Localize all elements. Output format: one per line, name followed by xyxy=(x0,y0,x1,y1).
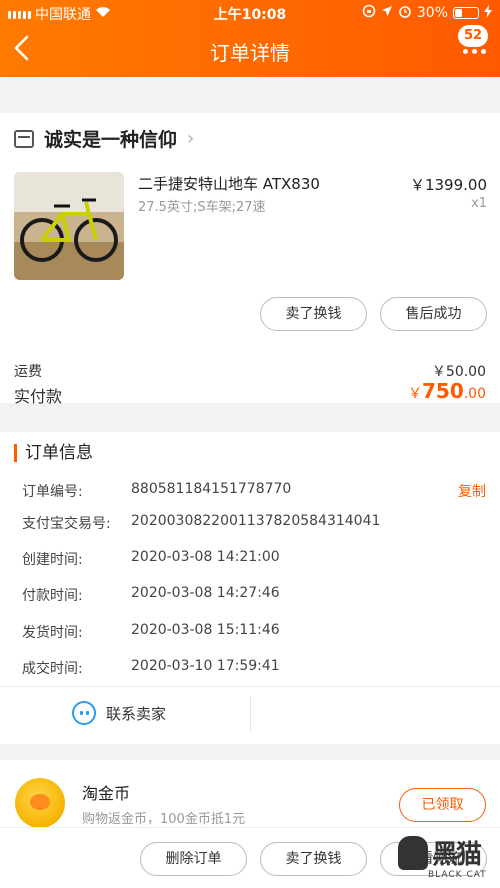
chevron-right-icon: › xyxy=(187,128,195,149)
black-cat-watermark: 黑猫 BLACK CAT xyxy=(394,830,494,888)
bottom-action-bar: 删除订单 卖了换钱 查看物流 黑猫 BLACK CAT xyxy=(0,827,500,888)
resell-button[interactable]: 卖了换钱 xyxy=(260,297,367,331)
contact-seller-label: 联系卖家 xyxy=(106,704,167,723)
copy-order-number-button[interactable]: 复制 xyxy=(458,481,486,501)
paid-decimal: .00 xyxy=(463,386,486,402)
coin-title: 淘金币 xyxy=(82,784,131,803)
shipped-time-value: 2020-03-08 15:11:46 xyxy=(131,622,280,638)
contact-seller-button[interactable]: 联系卖家 xyxy=(72,701,166,725)
order-item-card: 诚实是一种信仰 › 二手捷安特山地车 ATX830 27.5英寸;S车架;27速… xyxy=(0,113,500,406)
lock-rotation-icon xyxy=(362,4,376,22)
paid-integer: 750 xyxy=(421,379,464,403)
watermark-en: BLACK CAT xyxy=(428,870,487,880)
coin-subtitle: 购物返金币，100金币抵1元 xyxy=(82,812,246,827)
product-title[interactable]: 二手捷安特山地车 ATX830 xyxy=(138,173,320,194)
order-number-value: 880581184151778770 xyxy=(131,481,292,497)
order-info-card: 订单信息 订单编号: 880581184151778770 复制 支付宝交易号:… xyxy=(0,432,500,744)
charging-icon xyxy=(484,4,492,22)
shop-link[interactable]: 诚实是一种信仰 › xyxy=(14,125,194,152)
alipay-trade-label: 支付宝交易号: xyxy=(22,516,111,532)
bottom-resell-button[interactable]: 卖了换钱 xyxy=(260,842,367,876)
vertical-divider xyxy=(250,696,251,732)
created-time-value: 2020-03-08 14:21:00 xyxy=(131,549,280,565)
battery-percent: 30% xyxy=(416,5,448,21)
cat-logo-icon xyxy=(398,836,428,870)
paid-currency: ￥ xyxy=(407,386,422,402)
gold-coin-icon xyxy=(15,778,65,828)
chat-face-icon xyxy=(72,701,96,725)
status-bar: 中国联通 上午10:08 30% xyxy=(0,0,500,25)
shipping-value: ￥50.00 xyxy=(431,364,486,380)
created-time-label: 创建时间: xyxy=(22,552,83,568)
delete-order-button[interactable]: 删除订单 xyxy=(140,842,247,876)
shop-icon xyxy=(14,129,34,148)
nav-bar: 订单详情 52 xyxy=(0,25,500,77)
order-number-label: 订单编号: xyxy=(22,484,83,500)
shipping-label: 运费 xyxy=(14,364,42,380)
divider xyxy=(0,686,500,687)
completed-time-label: 成交时间: xyxy=(22,661,83,677)
paid-time-value: 2020-03-08 14:27:46 xyxy=(131,585,280,601)
shop-name: 诚实是一种信仰 xyxy=(44,129,178,151)
paid-amount: ￥750.00 xyxy=(408,379,486,403)
battery-icon xyxy=(453,7,479,19)
more-icon xyxy=(463,49,486,54)
paid-time-label: 付款时间: xyxy=(22,588,83,604)
more-menu-button[interactable]: 52 xyxy=(454,25,490,75)
product-spec: 27.5英寸;S车架;27速 xyxy=(138,200,266,215)
alarm-icon xyxy=(398,4,412,22)
alipay-trade-value: 2020030822001137820584314041 xyxy=(131,513,381,529)
shipped-time-label: 发货时间: xyxy=(22,625,83,641)
product-quantity: x1 xyxy=(471,196,487,211)
page-title: 订单详情 xyxy=(210,41,290,65)
message-badge: 52 xyxy=(458,25,488,47)
header: 中国联通 上午10:08 30% 订单详情 52 xyxy=(0,0,500,77)
location-icon xyxy=(381,5,393,21)
product-image[interactable] xyxy=(14,172,124,280)
completed-time-value: 2020-03-10 17:59:41 xyxy=(131,658,280,674)
order-info-title: 订单信息 xyxy=(14,444,93,462)
product-price: ￥1399.00 xyxy=(409,176,487,194)
claimed-button[interactable]: 已领取 xyxy=(399,788,486,822)
paid-label: 实付款 xyxy=(14,387,63,406)
watermark-cn: 黑猫 xyxy=(432,840,482,870)
after-sale-button[interactable]: 售后成功 xyxy=(380,297,487,331)
